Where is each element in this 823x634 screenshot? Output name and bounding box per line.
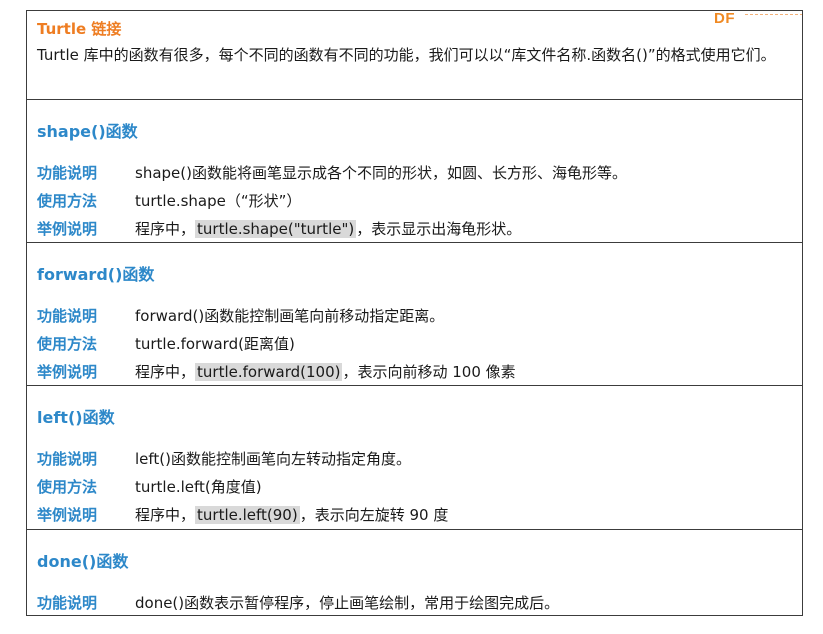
example-suffix: ，表示向左旋转 90 度 [299, 506, 449, 524]
example-suffix: ，表示显示出海龟形状。 [356, 220, 522, 238]
section-title: done()函数 [37, 552, 129, 571]
row-value: turtle.left(角度值) [135, 478, 262, 496]
section-title: left()函数 [37, 408, 115, 427]
function-row: 功能说明 forward()函数能控制画笔向前移动指定距离。 [37, 303, 444, 329]
function-row: 功能说明 shape()函数能将画笔显示成各个不同的形状，如圆、长方形、海龟形等。 [37, 160, 627, 186]
row-label: 举例说明 [37, 506, 98, 524]
usage-row: 使用方法 turtle.forward(距离值) [37, 331, 295, 357]
row-value: forward()函数能控制画笔向前移动指定距离。 [135, 307, 445, 325]
example-row: 举例说明 程序中， turtle.left(90) ，表示向左旋转 90 度 [37, 502, 448, 528]
intro-title: Turtle 链接 [37, 20, 122, 38]
row-label: 功能说明 [37, 450, 98, 468]
code-highlight: turtle.shape("turtle") [195, 220, 357, 238]
section-title: forward()函数 [37, 265, 155, 284]
row-value: left()函数能控制画笔向左转动指定角度。 [135, 450, 412, 468]
section-left: left()函数 功能说明 left()函数能控制画笔向左转动指定角度。 使用方法… [27, 385, 802, 529]
section-done: done()函数 功能说明 done()函数表示暂停程序，停止画笔绘制，常用于绘图… [27, 529, 802, 615]
example-prefix: 程序中， [135, 363, 196, 381]
function-row: 功能说明 done()函数表示暂停程序，停止画笔绘制，常用于绘图完成后。 [37, 590, 559, 616]
code-highlight: turtle.forward(100) [195, 363, 343, 381]
code-highlight: turtle.left(90) [195, 506, 300, 524]
section-title: shape()函数 [37, 122, 138, 141]
intro-box: Turtle 链接 Turtle 库中的函数有很多，每个不同的函数有不同的功能，… [27, 11, 802, 99]
example-row: 举例说明 程序中， turtle.shape("turtle") ，表示显示出海龟形状… [37, 216, 521, 242]
example-prefix: 程序中， [135, 220, 196, 238]
row-label: 使用方法 [37, 335, 98, 353]
usage-row: 使用方法 turtle.shape（“形状”） [37, 188, 301, 214]
row-label: 使用方法 [37, 192, 98, 210]
function-row: 功能说明 left()函数能控制画笔向左转动指定角度。 [37, 446, 411, 472]
row-value: done()函数表示暂停程序，停止画笔绘制，常用于绘图完成后。 [135, 594, 560, 612]
row-value: turtle.forward(距离值) [135, 335, 295, 353]
example-row: 举例说明 程序中， turtle.forward(100) ，表示向前移动 100 像… [37, 359, 516, 385]
row-value: turtle.shape（“形状”） [135, 192, 302, 210]
row-label: 功能说明 [37, 164, 98, 182]
example-prefix: 程序中， [135, 506, 196, 524]
section-forward: forward()函数 功能说明 forward()函数能控制画笔向前移动指定距离… [27, 242, 802, 385]
row-value: shape()函数能将画笔显示成各个不同的形状，如圆、长方形、海龟形等。 [135, 164, 627, 182]
section-shape: shape()函数 功能说明 shape()函数能将画笔显示成各个不同的形状，如圆… [27, 99, 802, 242]
example-suffix: ，表示向前移动 100 像素 [342, 363, 516, 381]
row-label: 使用方法 [37, 478, 98, 496]
intro-text: Turtle 库中的函数有很多，每个不同的函数有不同的功能，我们可以以“库文件名… [37, 46, 776, 64]
row-label: 举例说明 [37, 220, 98, 238]
usage-row: 使用方法 turtle.left(角度值) [37, 474, 262, 500]
row-label: 功能说明 [37, 594, 98, 612]
document-table: Turtle 链接 Turtle 库中的函数有很多，每个不同的函数有不同的功能，… [26, 10, 803, 616]
row-label: 举例说明 [37, 363, 98, 381]
row-label: 功能说明 [37, 307, 98, 325]
